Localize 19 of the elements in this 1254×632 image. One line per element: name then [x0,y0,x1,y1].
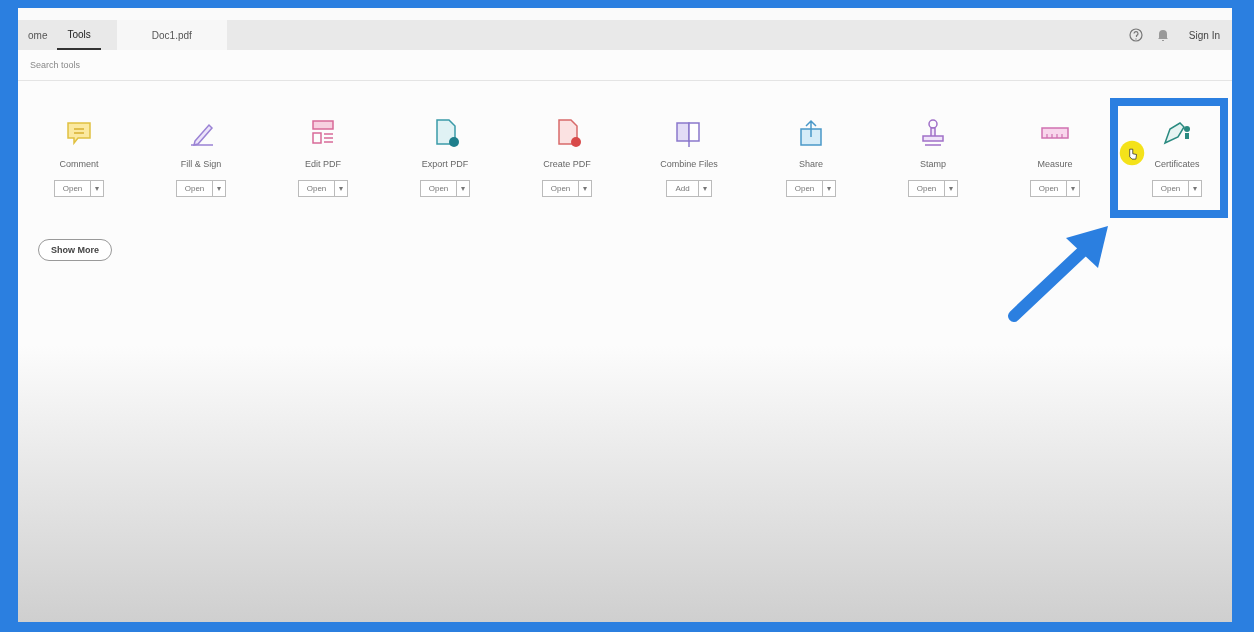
tool-name: Create PDF [543,159,591,171]
search-field[interactable]: Search tools [28,59,192,71]
sign-in-button[interactable]: Sign In [1182,28,1226,42]
tool-name: Certificates [1154,159,1200,171]
help-icon[interactable] [1128,28,1143,42]
tab[interactable]: ome [18,20,58,50]
show-more-button[interactable]: Show More [38,239,112,261]
tab[interactable]: Tools [57,20,101,50]
tool-name: Fill & Sign [180,159,222,171]
cursor-highlight-icon [1119,140,1145,166]
tool-name: Export PDF [421,159,469,171]
tool-name: Stamp [920,159,946,171]
tool-name: Measure [1037,159,1073,171]
tool-name: Combine Files [660,159,718,171]
tool-name: Comment [59,159,99,171]
tool-name: Edit PDF [305,159,341,171]
tool-name: Share [799,159,823,171]
document-tab[interactable]: Doc1.pdf [116,20,227,50]
bell-icon[interactable] [1156,28,1169,42]
